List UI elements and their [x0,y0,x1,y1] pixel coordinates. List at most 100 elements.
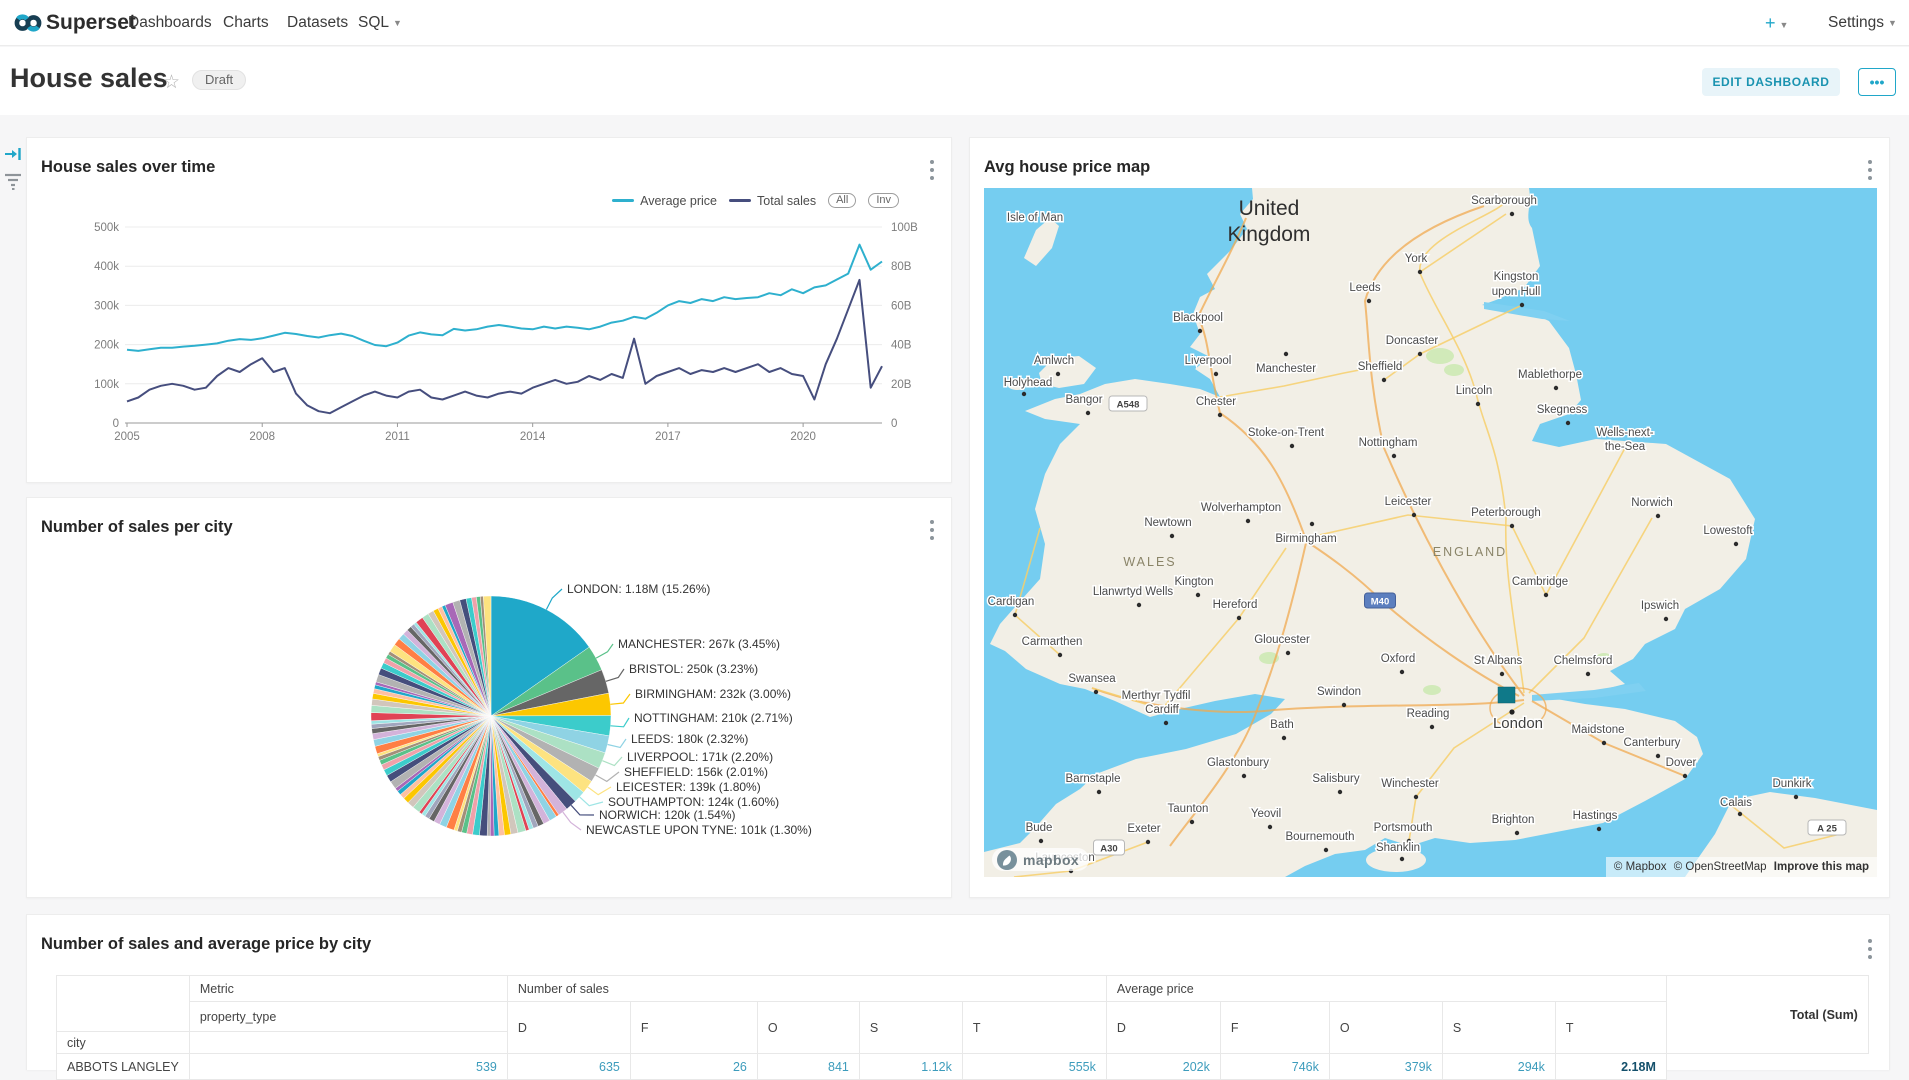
map-place-dot [1196,593,1200,597]
pie-slice-label: NOTTINGHAM: 210k (2.71%) [634,711,793,725]
value-cell[interactable]: 746k [1220,1054,1329,1080]
column-header-F[interactable]: F [1220,1002,1329,1054]
map-place-label: Stoke-on-Trent [1248,427,1325,439]
map-place-dot [1664,617,1668,621]
attrib-osm-link[interactable]: © OpenStreetMap [1674,861,1767,873]
pie-label-line [571,805,594,815]
y-axis-right-tick: 20B [891,379,912,391]
column-header-O[interactable]: O [757,1002,859,1054]
edit-dashboard-button[interactable]: EDIT DASHBOARD [1702,68,1840,96]
map-place-label: Holyhead [1004,377,1053,389]
map-place-dot [1554,386,1558,390]
map-place-label: Yeovil [1251,808,1281,820]
map-place-label: Reading [1407,708,1450,720]
map-place-label: Llanwrtyd Wells [1093,586,1174,598]
x-axis-label: 2020 [790,431,816,443]
column-header-D[interactable]: D [507,1002,630,1054]
series-line-average-price[interactable] [127,245,882,351]
map-place-dot [1794,795,1798,799]
pie-label-line [563,812,581,830]
map-place-dot [1242,774,1246,778]
pivot-table: MetricNumber of salesAverage priceTotal … [56,975,1869,1080]
column-header-T[interactable]: T [1555,1002,1666,1054]
map-place-dot [1218,413,1222,417]
value-cell[interactable]: 26 [630,1054,757,1080]
value-cell[interactable]: 555k [962,1054,1106,1080]
road-badge-label: A548 [1117,400,1140,411]
dashboard-more-button[interactable]: ••• [1858,68,1896,96]
y-axis-left-tick: 0 [113,418,119,430]
total-header: Total (Sum) [1666,976,1868,1054]
nav-sql-menu[interactable]: SQL▼ [358,0,402,46]
y-axis-left-tick: 500k [94,222,119,234]
nav-datasets[interactable]: Datasets [287,0,348,46]
value-cell[interactable]: 1.12k [859,1054,962,1080]
map-place-dot [1597,827,1601,831]
chart-menu-kebab-icon[interactable] [1863,939,1877,963]
group-header-average-price: Average price [1106,976,1666,1002]
map-canvas[interactable]: UnitedKingdomWALESENGLANDIsle of ManScar… [984,188,1877,877]
map-place-label: Wolverhampton [1201,502,1281,514]
y-axis-left-tick: 400k [94,261,119,273]
nav-new-button[interactable]: +▼ [1765,0,1788,46]
column-header-F[interactable]: F [630,1002,757,1054]
value-cell[interactable]: 841 [757,1054,859,1080]
expand-filter-bar-icon[interactable] [4,146,22,162]
map-place-dot [1430,725,1434,729]
map-place-dot [1544,593,1548,597]
pie-slice-label: BRISTOL: 250k (3.23%) [629,662,758,676]
pie-slice-label: LEEDS: 180k (2.32%) [631,732,748,746]
row-total-cell: 2.18M [1555,1054,1666,1080]
map-place-dot [1656,514,1660,518]
filter-list-icon[interactable] [4,172,22,190]
property-type-header: property_type [189,1002,507,1032]
map-place-dot [1022,392,1026,396]
pie-label-line [610,694,630,704]
dashboard-header: House sales ☆ Draft [0,47,1909,115]
nav-settings-menu[interactable]: Settings▼ [1828,0,1897,46]
map-place-label: Peterborough [1471,507,1541,519]
value-cell[interactable]: 539 [189,1054,507,1080]
column-header-T[interactable]: T [962,1002,1106,1054]
map-place-dot [1400,670,1404,674]
value-cell[interactable]: 379k [1329,1054,1442,1080]
price-marker[interactable] [1498,687,1515,703]
value-cell[interactable]: 635 [507,1054,630,1080]
map-place-label: Gloucester [1254,634,1310,646]
pie-label-line [580,797,603,806]
pie-plot[interactable]: LONDON: 1.18M (15.26%)MANCHESTER: 267k (… [27,498,953,899]
attrib-improve-link[interactable]: Improve this map [1774,861,1869,873]
mapbox-logo[interactable]: mapbox [992,848,1089,871]
map-place-label: Taunton [1168,803,1209,815]
attrib-mapbox-link[interactable]: © Mapbox [1614,861,1667,873]
superset-logo-icon[interactable] [14,10,42,36]
map-place-label: Bude [1026,822,1053,834]
column-header-O[interactable]: O [1329,1002,1442,1054]
pie-slice-label: NEWCASTLE UPON TYNE: 101k (1.30%) [586,823,812,837]
series-line-total-sales[interactable] [127,280,882,413]
value-cell[interactable]: 202k [1106,1054,1220,1080]
map-place-label: Maidstone [1571,724,1624,736]
chart-menu-kebab-icon[interactable] [1863,160,1877,184]
column-header-D[interactable]: D [1106,1002,1220,1054]
x-axis-label: 2008 [249,431,275,443]
value-cell[interactable]: 294k [1442,1054,1555,1080]
map-place-dot [1520,303,1524,307]
timeseries-plot[interactable]: 00100k20B200k40B300k60B400k80B500k100B20… [27,138,953,484]
column-header-S[interactable]: S [1442,1002,1555,1054]
map-place-label: Calais [1720,797,1752,809]
map-place-dot [1392,454,1396,458]
favorite-star-icon[interactable]: ☆ [163,71,180,94]
map-place-dot [1367,299,1371,303]
map-place-label: Doncaster [1386,335,1439,347]
map-place-dot [1137,603,1141,607]
column-header-S[interactable]: S [859,1002,962,1054]
nav-charts[interactable]: Charts [223,0,269,46]
nav-dashboards[interactable]: Dashboards [128,0,212,46]
brand-name[interactable]: Superset [46,0,136,46]
map-place-dot [1566,421,1570,425]
map-place-dot [1058,653,1062,657]
map-place-dot [1268,825,1272,829]
pie-slice-label: SOUTHAMPTON: 124k (1.60%) [608,795,779,809]
map-place-dot [1586,672,1590,676]
